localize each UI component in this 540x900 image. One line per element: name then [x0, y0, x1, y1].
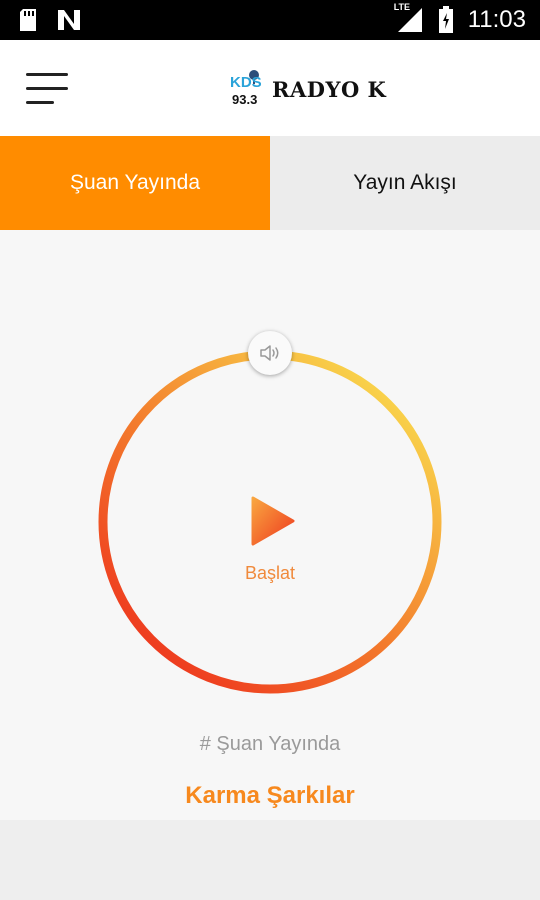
status-bar: LTE 11:03 [0, 0, 540, 40]
station-name: RADYO K [272, 76, 387, 102]
tab-bar: Şuan Yayında Yayın Akışı [0, 136, 540, 230]
volume-icon[interactable] [248, 331, 292, 375]
start-button-label[interactable]: Başlat [170, 563, 370, 584]
n-notification-icon [58, 10, 80, 30]
player-panel: Başlat # Şuan Yayında Karma Şarkılar [0, 230, 540, 820]
hamburger-menu-icon[interactable] [26, 71, 70, 105]
signal-icon: LTE [394, 2, 424, 34]
program-name: Karma Şarkılar [185, 782, 355, 809]
logo-mark: KDS 93.3 [226, 68, 268, 110]
logo-frequency: 93.3 [232, 92, 258, 107]
footer-area [0, 820, 540, 900]
app-bar: KDS 93.3 RADYO K [0, 40, 540, 136]
tab-now-playing[interactable]: Şuan Yayında [0, 136, 270, 230]
battery-icon [438, 6, 453, 33]
tab-label: Yayın Akışı [353, 171, 457, 194]
clock: 11:03 [467, 6, 526, 33]
network-type: LTE [393, 2, 411, 12]
tab-label: Şuan Yayında [70, 171, 200, 194]
progress-ring [98, 350, 442, 694]
logo-mark-text: KDS [230, 74, 262, 91]
sd-card-icon [20, 9, 36, 31]
station-logo: KDS 93.3 RADYO K [226, 66, 386, 112]
tab-schedule[interactable]: Yayın Akışı [270, 136, 540, 230]
now-playing-label: # Şuan Yayında [199, 733, 341, 755]
play-icon[interactable] [249, 496, 295, 546]
